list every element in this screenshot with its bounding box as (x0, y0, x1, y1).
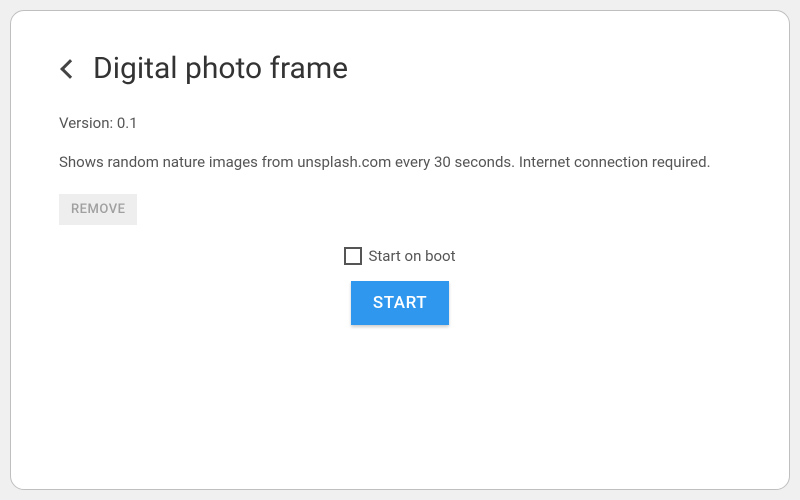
version-label: Version: 0.1 (59, 114, 741, 132)
app-description: Shows random nature images from unsplash… (59, 150, 741, 174)
page-title: Digital photo frame (93, 51, 348, 86)
back-icon[interactable] (60, 59, 80, 79)
checkbox-icon[interactable] (344, 247, 362, 265)
app-detail-card: Digital photo frame Version: 0.1 Shows r… (10, 10, 790, 490)
start-button[interactable]: START (351, 281, 449, 325)
center-controls: Start on boot START (59, 247, 741, 325)
header: Digital photo frame (59, 51, 741, 86)
start-on-boot-label: Start on boot (368, 247, 455, 265)
remove-button[interactable]: REMOVE (59, 194, 137, 225)
start-on-boot-option[interactable]: Start on boot (344, 247, 455, 265)
